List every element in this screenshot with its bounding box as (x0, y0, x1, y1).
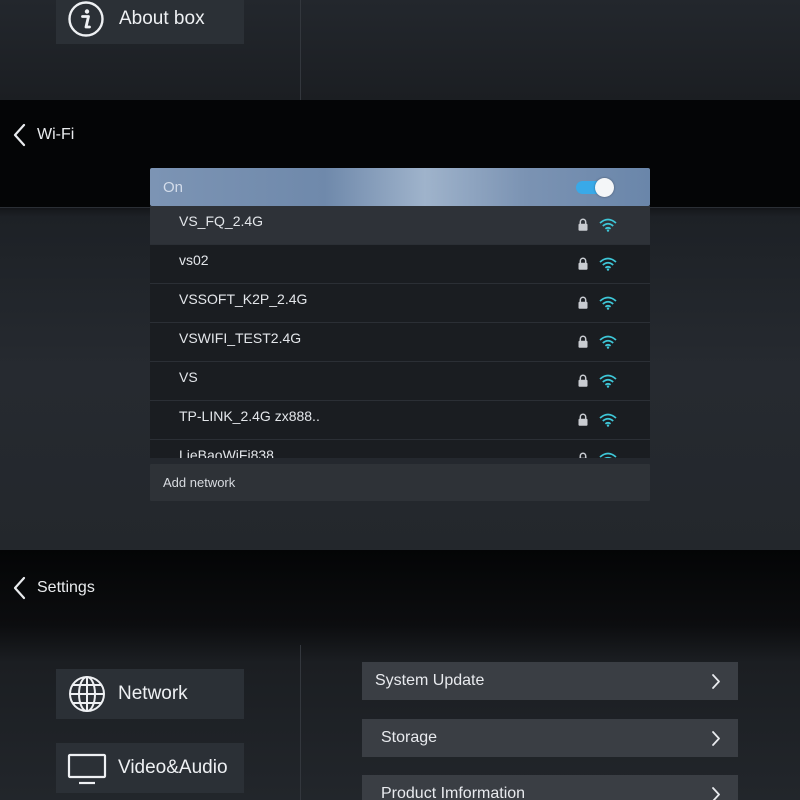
settings-panel: Settings Network Video&Audio System Upda… (0, 550, 800, 800)
sidebar-item-network[interactable]: Network (56, 669, 244, 719)
wifi-title: Wi-Fi (37, 126, 75, 143)
settings-title: Settings (37, 579, 95, 596)
wifi-toggle-label: On (163, 178, 184, 196)
menu-item-label: System Update (375, 672, 485, 689)
wifi-back-button[interactable]: Wi-Fi (10, 122, 74, 148)
sidebar-item-label: Video&Audio (118, 757, 228, 778)
network-row[interactable]: VS (150, 362, 650, 401)
chevron-left-icon (13, 576, 26, 600)
wifi-signal-icon (599, 218, 617, 232)
menu-item-product-information[interactable]: Product Imformation (362, 775, 738, 800)
chevron-left-icon (13, 123, 26, 147)
lock-icon (578, 218, 588, 231)
network-row[interactable]: vs02 (150, 245, 650, 284)
network-ssid: VSWIFI_TEST2.4G (179, 330, 302, 346)
network-ssid: TP-LINK_2.4G zx888.. (179, 408, 320, 424)
wifi-toggle-switch[interactable] (576, 178, 614, 197)
network-row[interactable]: VSWIFI_TEST2.4G (150, 323, 650, 362)
column-divider (300, 0, 301, 100)
lock-icon (578, 335, 588, 348)
lock-icon (578, 413, 588, 426)
network-ssid: VSSOFT_K2P_2.4G (179, 291, 308, 307)
network-row[interactable]: VSSOFT_K2P_2.4G (150, 284, 650, 323)
wifi-signal-icon (599, 374, 617, 388)
sidebar-item-video-audio[interactable]: Video&Audio (56, 743, 244, 793)
network-row[interactable]: LieBaoWiFi838 (150, 440, 650, 458)
network-ssid: LieBaoWiFi838 (179, 447, 274, 458)
wifi-signal-icon (599, 335, 617, 349)
chevron-right-icon (712, 674, 720, 689)
wifi-list-box: On VS_FQ_2.4G vs02 VSSOFT_K2P_2.4G VSWIF… (150, 168, 650, 501)
network-row[interactable]: VS_FQ_2.4G (150, 206, 650, 245)
menu-item-system-update[interactable]: System Update (362, 662, 738, 700)
column-divider (300, 645, 301, 800)
wifi-panel: Wi-Fi On VS_FQ_2.4G vs02 VSSOFT_K2P_2.4G… (0, 100, 800, 550)
lock-icon (578, 296, 588, 309)
about-box-label: About box (119, 8, 205, 29)
add-network-button[interactable]: Add network (150, 464, 650, 501)
menu-item-label: Storage (381, 729, 438, 746)
menu-item-label: Product Imformation (381, 785, 526, 800)
network-ssid: VS_FQ_2.4G (179, 213, 264, 229)
network-row[interactable]: TP-LINK_2.4G zx888.. (150, 401, 650, 440)
wifi-signal-icon (599, 452, 617, 458)
menu-item-storage[interactable]: Storage (362, 719, 738, 757)
toggle-knob (595, 178, 614, 197)
monitor-icon (67, 753, 107, 785)
lock-icon (578, 257, 588, 270)
chevron-right-icon (712, 731, 720, 746)
wifi-signal-icon (599, 296, 617, 310)
sidebar-item-label: Network (118, 683, 188, 704)
about-panel: About box (0, 0, 800, 100)
network-ssid: VS (179, 369, 198, 385)
settings-back-button[interactable]: Settings (10, 575, 95, 601)
wifi-toggle-row[interactable]: On (150, 168, 650, 206)
add-network-label: Add network (163, 475, 236, 490)
chevron-right-icon (712, 787, 720, 800)
wifi-signal-icon (599, 257, 617, 271)
network-list[interactable]: VS_FQ_2.4G vs02 VSSOFT_K2P_2.4G VSWIFI_T… (150, 206, 650, 458)
globe-icon (69, 676, 105, 712)
about-box-tile[interactable]: About box (56, 0, 244, 44)
lock-icon (578, 452, 588, 458)
wifi-signal-icon (599, 413, 617, 427)
network-ssid: vs02 (179, 252, 209, 268)
lock-icon (578, 374, 588, 387)
info-icon (68, 1, 104, 37)
